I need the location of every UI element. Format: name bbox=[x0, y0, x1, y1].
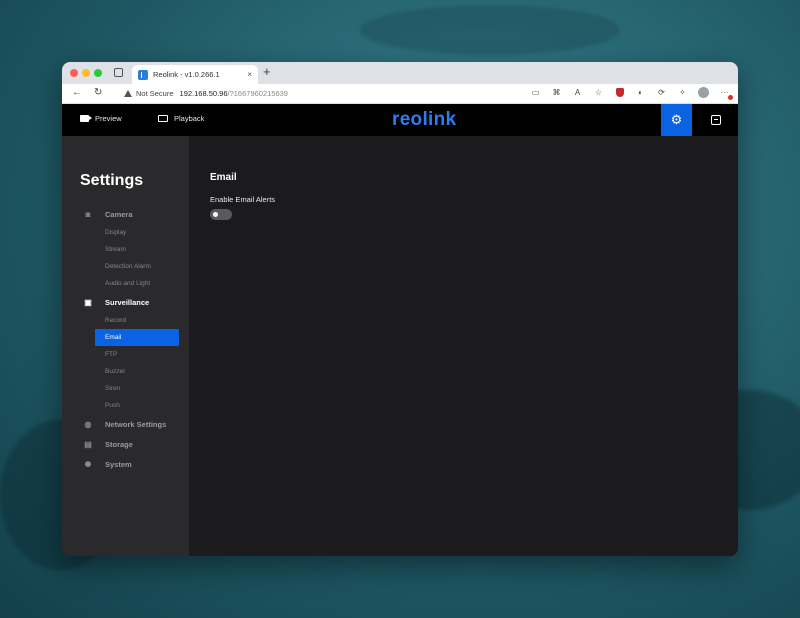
monitor-icon: ▣ bbox=[84, 297, 92, 307]
sidebar-item-ftp[interactable]: FTP bbox=[95, 346, 179, 363]
browser-window: Reolink - v1.0.266.1 × + ← ↻ Not Secure … bbox=[62, 62, 738, 556]
sidebar-item-audio-and-light[interactable]: Audio and Light bbox=[95, 275, 179, 292]
tab-actions-icon[interactable] bbox=[114, 68, 123, 77]
sidebar-group-camera[interactable]: ◙ Camera bbox=[62, 204, 189, 224]
sidebar-group-surveillance[interactable]: ▣ Surveillance bbox=[62, 292, 189, 312]
new-tab-button[interactable]: + bbox=[263, 64, 271, 79]
favorite-add-icon[interactable]: ☆ bbox=[593, 87, 604, 98]
sidebar-item-buzzer[interactable]: Buzzer bbox=[95, 363, 179, 380]
sidebar-group-label: Surveillance bbox=[105, 297, 150, 307]
sidebar-item-push[interactable]: Push bbox=[95, 397, 179, 414]
back-arrow-icon[interactable]: ← bbox=[72, 87, 82, 98]
tab-bar: Reolink - v1.0.266.1 × + bbox=[62, 62, 738, 84]
app-body: Settings ◙ Camera Display Stream Detecti… bbox=[62, 136, 738, 556]
section-title: Email bbox=[210, 172, 237, 183]
close-tab-icon[interactable]: × bbox=[247, 70, 252, 79]
preview-label: Preview bbox=[95, 114, 122, 123]
settings-sidebar: Settings ◙ Camera Display Stream Detecti… bbox=[62, 136, 189, 556]
sidebar-item-email[interactable]: Email bbox=[95, 329, 179, 346]
playback-icon bbox=[158, 115, 168, 122]
extension-shield-icon[interactable] bbox=[614, 87, 625, 98]
sidebar-item-record[interactable]: Record bbox=[95, 312, 179, 329]
preview-button[interactable]: Preview bbox=[80, 114, 122, 123]
browser-tab[interactable]: Reolink - v1.0.266.1 × bbox=[132, 65, 258, 84]
sidebar-group-system[interactable]: ✺ System bbox=[62, 454, 189, 474]
reolink-favicon-icon bbox=[138, 69, 148, 80]
settings-content: Email Enable Email Alerts bbox=[189, 136, 738, 556]
camera-icon: ◙ bbox=[85, 209, 91, 219]
url-field[interactable]: Not Secure 192.168.50.96/?1667960215639 bbox=[124, 89, 288, 98]
sidebar-item-stream[interactable]: Stream bbox=[95, 241, 179, 258]
video-camera-icon bbox=[80, 115, 92, 122]
minimize-window-button[interactable] bbox=[82, 69, 90, 77]
globe-icon: ◍ bbox=[84, 419, 92, 429]
sidebar-group-storage[interactable]: ▤ Storage bbox=[62, 434, 189, 454]
reload-icon[interactable]: ↻ bbox=[94, 87, 102, 98]
sidebar-group-label: Camera bbox=[105, 209, 133, 219]
storage-icon: ▤ bbox=[84, 439, 92, 449]
sidebar-group-label: Network Settings bbox=[105, 419, 167, 429]
background-shape bbox=[360, 5, 620, 55]
sidebar-group-label: System bbox=[105, 459, 132, 469]
browser-toolbar: ▭ ⌘ A ☆ ◐ ⟳ ✧ ··· bbox=[530, 87, 733, 100]
settings-button[interactable]: ⚙ bbox=[661, 104, 692, 136]
logout-button[interactable] bbox=[694, 104, 738, 136]
sidebar-group-network-settings[interactable]: ◍ Network Settings bbox=[62, 414, 189, 434]
refresh-extension-icon[interactable]: ⟳ bbox=[656, 87, 667, 98]
logout-icon bbox=[711, 115, 721, 125]
security-label: Not Secure bbox=[136, 89, 174, 98]
app-header: Preview Playback reolink ⚙ bbox=[62, 104, 738, 136]
profile-avatar-icon[interactable] bbox=[698, 87, 709, 98]
gear-icon: ⚙ bbox=[670, 112, 683, 127]
address-bar: ← ↻ Not Secure 192.168.50.96/?1667960215… bbox=[62, 84, 738, 104]
page-title: Settings bbox=[80, 172, 144, 189]
warning-icon bbox=[124, 90, 132, 97]
close-window-button[interactable] bbox=[70, 69, 78, 77]
more-menu-icon[interactable]: ··· bbox=[719, 87, 733, 100]
apps-icon[interactable]: ⌘ bbox=[551, 87, 562, 98]
extension-icon[interactable]: ◐ bbox=[635, 87, 646, 98]
reolink-logo: reolink bbox=[392, 109, 457, 130]
enable-email-alerts-toggle[interactable] bbox=[210, 209, 232, 220]
sidebar-group-label: Storage bbox=[105, 439, 133, 449]
playback-label: Playback bbox=[174, 114, 205, 123]
url-path: /?1667960215639 bbox=[227, 89, 288, 98]
gear-icon: ✺ bbox=[84, 459, 92, 469]
tab-title: Reolink - v1.0.266.1 bbox=[153, 70, 220, 79]
sidebar-item-detection-alarm[interactable]: Detection Alarm bbox=[95, 258, 179, 275]
reader-view-icon[interactable]: ▭ bbox=[530, 87, 541, 98]
maximize-window-button[interactable] bbox=[94, 69, 102, 77]
sidebar-item-siren[interactable]: Siren bbox=[95, 380, 179, 397]
favorites-icon[interactable]: ✧ bbox=[677, 87, 688, 98]
enable-email-alerts-label: Enable Email Alerts bbox=[210, 195, 276, 204]
playback-button[interactable]: Playback bbox=[158, 114, 204, 123]
url-host: 192.168.50.96 bbox=[179, 89, 228, 98]
read-aloud-icon[interactable]: A bbox=[572, 87, 583, 98]
sidebar-item-display[interactable]: Display bbox=[95, 224, 179, 241]
